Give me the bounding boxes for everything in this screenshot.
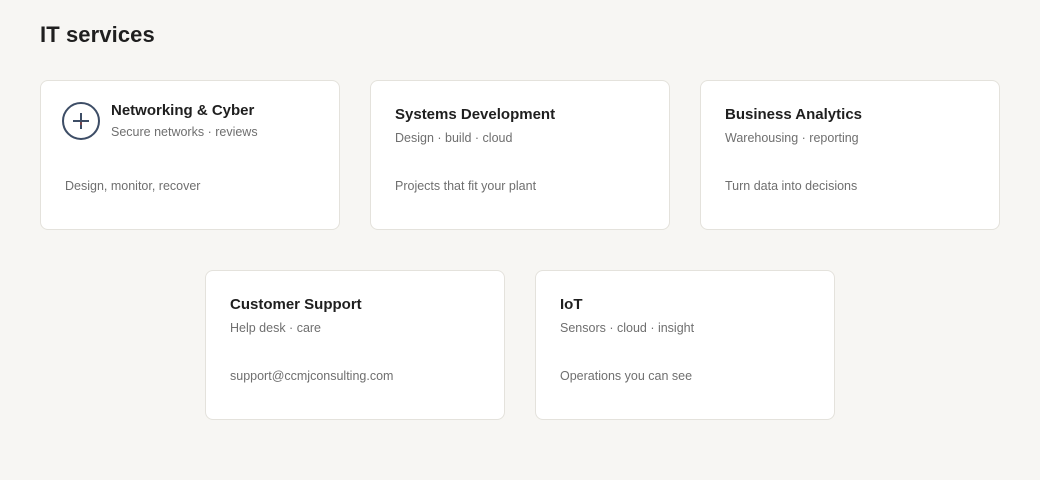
card-description: Turn data into decisions [725, 179, 858, 193]
card-subtitle: Help desk · care [230, 321, 322, 335]
card-description: Design, monitor, recover [65, 179, 201, 193]
service-card-networking-cyber[interactable]: Networking & Cyber Secure networks · rev… [40, 80, 340, 230]
service-card-systems-development[interactable]: Systems Development Design · build · clo… [370, 80, 670, 230]
page-title: IT services [40, 22, 155, 47]
service-card-iot[interactable]: IoT Sensors · cloud · insight Operations… [535, 270, 835, 420]
card-description: Operations you can see [560, 369, 693, 383]
plus-icon [62, 102, 100, 140]
card-subtitle: Warehousing · reporting [725, 131, 859, 145]
card-title: Customer Support [230, 296, 362, 313]
support-email: support@ccmjconsulting.com [230, 369, 394, 383]
service-card-customer-support[interactable]: Customer Support Help desk · care suppor… [205, 270, 505, 420]
card-title: IoT [560, 296, 583, 313]
service-card-business-analytics[interactable]: Business Analytics Warehousing · reporti… [700, 80, 1000, 230]
card-subtitle: Design · build · cloud [395, 131, 513, 145]
card-description: Projects that fit your plant [395, 179, 537, 193]
card-title: Networking & Cyber [111, 102, 255, 119]
card-title: Business Analytics [725, 106, 862, 123]
card-subtitle: Sensors · cloud · insight [560, 321, 695, 335]
card-title: Systems Development [395, 106, 556, 123]
card-subtitle: Secure networks · reviews [111, 125, 258, 139]
